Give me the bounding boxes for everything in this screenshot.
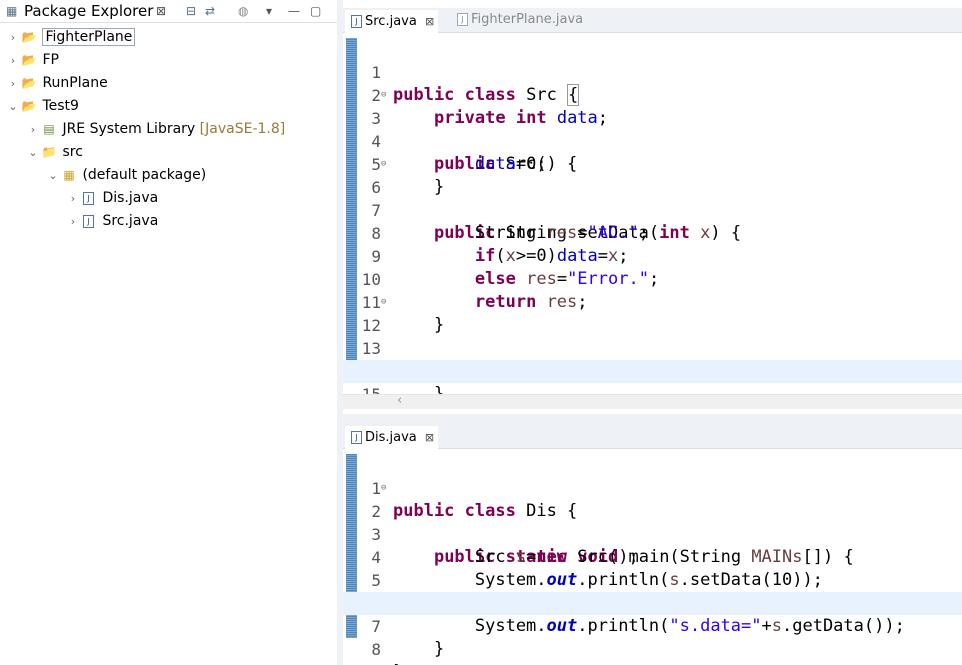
code-line: 2 private int data; [371, 86, 609, 128]
java-file-icon: J [83, 214, 94, 228]
chevron-right-icon[interactable]: › [26, 119, 40, 141]
chevron-down-icon[interactable]: ⌄ [46, 165, 60, 187]
code-line: 11 } [361, 293, 445, 335]
chevron-down-icon[interactable]: ⌄ [6, 96, 20, 118]
chevron-down-icon[interactable]: ⌄ [26, 142, 40, 164]
tab-close-icon[interactable]: ⊠ [425, 431, 434, 444]
tab-dis-java[interactable]: J Dis.java ⊠ [345, 424, 439, 450]
library-icon: ▤ [43, 122, 55, 136]
project-folder-icon: 📂 [21, 99, 37, 113]
code-area[interactable]: 1 public class Dis { 2 ⊖ public static v… [343, 454, 962, 665]
fold-icon[interactable]: ⊖ [381, 477, 386, 500]
java-file-icon: J [83, 191, 94, 205]
code-line: 4 data=0; [371, 132, 547, 174]
editor-tabbar: J Dis.java ⊠ [343, 424, 962, 450]
explorer-close-icon[interactable]: ⊠ [156, 3, 166, 19]
tree-item-label: JRE System Library [62, 121, 196, 137]
editor-tabbar: J Src.java ⊠ J FighterPlane.java [343, 8, 962, 34]
tree-item-label: FP [42, 52, 59, 68]
maximize-icon[interactable]: ▢ [310, 3, 321, 19]
link-with-editor-icon[interactable]: ⇄ [205, 3, 215, 19]
code-line: 6 ⊖ public String setData(int x) { [343, 153, 962, 243]
collapse-all-icon[interactable]: ⊟ [186, 3, 196, 19]
explorer-title: Package Explorer [24, 2, 154, 20]
editor-dis-java: J Dis.java ⊠ 1 public class Dis { 2 ⊖ pub… [343, 424, 962, 665]
minimize-icon[interactable]: — [288, 3, 300, 19]
code-line: 5 } [371, 155, 445, 197]
tree-item-default-package[interactable]: ⌄ ▦ (default package) [46, 164, 206, 186]
tree-item-dis-java[interactable]: › J Dis.java [66, 187, 158, 209]
java-file-icon: J [351, 15, 362, 28]
tree-item-fp[interactable]: › 📂 FP [6, 49, 59, 71]
tree-item-label: (default package) [82, 167, 207, 183]
editor-sash[interactable] [343, 414, 962, 424]
code-line: 4 System.out.println(s.setData(10)); [371, 548, 823, 590]
code-line: 6 System.out.println("s.data="+s.getData… [371, 594, 905, 636]
chevron-right-icon[interactable]: › [6, 73, 20, 95]
code-line: 2 ⊖ public static void main(String MAINs… [343, 477, 962, 567]
tree-item-label: Src.java [102, 213, 159, 229]
code-line: 13 return data; [361, 339, 598, 381]
chevron-right-icon[interactable]: › [66, 211, 80, 233]
editor-src-java: J Src.java ⊠ J FighterPlane.java 1 public … [343, 8, 962, 414]
code-line: 7 String res="AC."; [371, 201, 649, 243]
code-line-current: 7 } [343, 592, 962, 659]
library-version: [JavaSE-1.8] [199, 121, 286, 137]
code-line: 3 ⊖ public Src() { [343, 84, 962, 174]
java-file-icon: J [457, 13, 468, 26]
tab-close-icon[interactable]: ⊠ [425, 15, 434, 28]
code-line: 1 public class Dis { [371, 479, 578, 521]
project-folder-icon: 📂 [21, 53, 37, 67]
tree-item-src[interactable]: ⌄ 📁 src [26, 141, 83, 163]
package-explorer: ▦ Package Explorer ⊠ ⊟ ⇄ ◍ ▾ — ▢ › 📂 Figh… [0, 0, 338, 665]
code-line-current: 15 } [343, 360, 962, 394]
code-line: 10 return res; [361, 270, 588, 312]
code-line: 8 } [371, 640, 403, 665]
package-icon: ▦ [63, 168, 75, 182]
explorer-header: ▦ Package Explorer ⊠ ⊟ ⇄ ◍ ▾ — ▢ [0, 0, 337, 23]
tab-label: Src.java [365, 14, 417, 29]
fold-icon[interactable]: ⊖ [381, 291, 386, 314]
code-line: 14 } [362, 362, 445, 394]
tree-item-runplane[interactable]: › 📂 RunPlane [6, 72, 108, 94]
tree-item-test9[interactable]: ⌄ 📂 Test9 [6, 95, 79, 117]
tree-item-label: Test9 [42, 98, 79, 114]
code-line: 3 Src s=new Src(); [371, 525, 639, 567]
source-folder-icon: 📁 [41, 145, 57, 159]
java-file-icon: J [351, 431, 362, 444]
tab-label: FighterPlane.java [471, 12, 584, 27]
view-menu-icon[interactable]: ▾ [266, 3, 272, 19]
tab-src-java[interactable]: J Src.java ⊠ [345, 8, 439, 34]
code-line: 9 else res="Error."; [371, 247, 660, 289]
tree-item-label: src [62, 144, 83, 160]
code-area[interactable]: 1 public class Src { 2 private int data;… [343, 38, 962, 394]
chevron-right-icon[interactable]: › [66, 188, 80, 210]
fold-icon[interactable]: ⊖ [381, 153, 386, 176]
project-folder-icon: 📂 [21, 76, 37, 90]
tree-item-label: Dis.java [102, 190, 159, 206]
tree-item-fighterplane[interactable]: › 📂 FighterPlane [6, 26, 136, 49]
tree-item-jre-library[interactable]: › ▤ JRE System Library [JavaSE-1.8] [26, 118, 285, 140]
tree-item-src-java[interactable]: › J Src.java [66, 210, 158, 232]
chevron-right-icon[interactable]: › [6, 50, 20, 72]
tab-label: Dis.java [365, 430, 417, 445]
code-line: 1 public class Src { [371, 63, 580, 106]
tree-item-label: FighterPlane [42, 28, 136, 46]
code-line: 9 [343, 638, 962, 665]
tree-item-label: RunPlane [42, 75, 108, 91]
tab-fighterplane-java[interactable]: J FighterPlane.java [451, 8, 587, 32]
code-line: 5 System.out.println(s.setData(-1)); [371, 571, 823, 613]
project-folder-icon: 📂 [21, 30, 37, 44]
code-line: 16 [343, 383, 962, 394]
scroll-left-icon[interactable]: ‹ [397, 393, 402, 408]
code-line: 12 ⊖ public int getData() { [343, 291, 962, 381]
code-line: 8 if(x>=0)data=x; [371, 224, 629, 266]
fold-icon[interactable]: ⊖ [381, 84, 386, 107]
package-explorer-icon: ▦ [6, 4, 18, 18]
focus-icon[interactable]: ◍ [238, 3, 248, 19]
horizontal-scrollbar[interactable]: ‹ [343, 393, 962, 409]
chevron-right-icon[interactable]: › [6, 27, 20, 49]
